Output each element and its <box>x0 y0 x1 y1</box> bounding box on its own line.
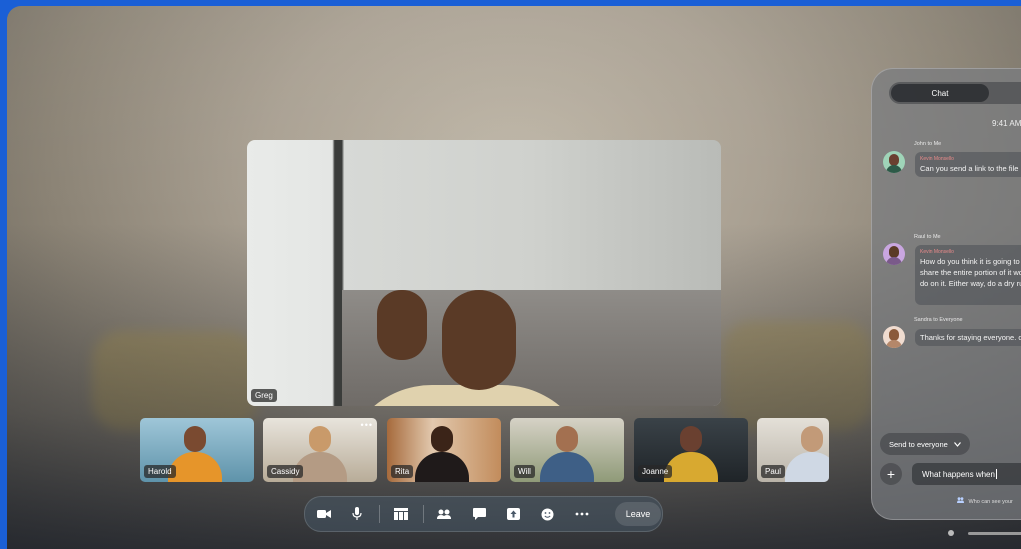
send-to-selector[interactable]: Send to everyone <box>880 433 970 455</box>
participant-name-tag: Harold <box>144 465 176 478</box>
chat-message: Kevin Monsello Can you send a link to th… <box>915 152 1021 177</box>
participant-tile-joanne[interactable]: Joanne <box>634 418 748 482</box>
toolbar-separator <box>379 505 380 523</box>
people-icon[interactable] <box>434 504 454 524</box>
who-can-see-link[interactable]: Who can see your <box>957 497 1013 505</box>
share-icon[interactable] <box>503 504 523 524</box>
participant-tile-cassidy[interactable]: ••• Cassidy <box>263 418 377 482</box>
reactions-icon[interactable] <box>537 504 557 524</box>
chat-message: Kevin Monsello How do you think it is go… <box>915 245 1021 305</box>
more-icon[interactable] <box>572 504 592 524</box>
chat-timestamp: 9:41 AM <box>992 119 1021 128</box>
who-can-see-label: Who can see your <box>968 499 1013 505</box>
tile-more-icon[interactable]: ••• <box>361 420 373 430</box>
window-drag-dot[interactable] <box>948 530 954 536</box>
participant-name-tag: Will <box>514 465 535 478</box>
message-text: Thanks for staying everyone. of us. <box>920 333 1021 342</box>
avatar <box>883 151 905 173</box>
chat-input-value: What happens when <box>922 469 995 479</box>
participant-name-tag: Rita <box>391 465 414 478</box>
toolbar-separator <box>423 505 424 523</box>
window-handle[interactable] <box>968 532 1021 535</box>
message-sender: John to Me <box>914 141 942 147</box>
participant-tile-will[interactable]: Will <box>510 418 624 482</box>
message-sender: Sandra to Everyone <box>914 317 963 323</box>
text-cursor <box>995 469 997 479</box>
chat-message: Thanks for staying everyone. of us. <box>915 329 1021 346</box>
people-small-icon <box>957 497 966 505</box>
message-quote: Kevin Monsello <box>920 249 954 255</box>
participant-name-tag: Cassidy <box>267 465 304 478</box>
message-text: How do you think it is going to share th… <box>920 257 1021 288</box>
participant-name-tag: Joanne <box>638 465 673 478</box>
participant-strip: Harold ••• Cassidy Rita Will Joanne Paul <box>140 418 830 484</box>
tab-chat[interactable]: Chat <box>891 84 989 102</box>
plus-icon: + <box>886 466 896 482</box>
participant-tile-harold[interactable]: Harold <box>140 418 254 482</box>
tile-head <box>184 426 206 452</box>
send-to-label: Send to everyone <box>889 439 948 449</box>
speaker-hand <box>377 290 427 360</box>
tile-head <box>801 426 823 452</box>
layout-icon[interactable] <box>391 504 411 524</box>
chat-icon[interactable] <box>469 504 489 524</box>
participant-name-tag: Paul <box>761 465 786 478</box>
chevron-down-icon <box>953 440 961 449</box>
avatar <box>883 326 905 348</box>
speaker-head <box>442 290 516 390</box>
message-quote: Kevin Monsello <box>920 156 954 162</box>
leave-button[interactable]: Leave <box>615 502 661 526</box>
call-toolbar: Leave <box>304 496 663 532</box>
tile-head <box>431 426 453 452</box>
chat-tabs: Chat I <box>889 82 1021 104</box>
tile-head <box>556 426 578 452</box>
message-text: Can you send a link to the file <box>920 164 1019 173</box>
add-attachment-button[interactable]: + <box>880 463 902 485</box>
mic-icon[interactable] <box>347 504 367 524</box>
tile-head <box>309 426 331 452</box>
participant-tile-rita[interactable]: Rita <box>387 418 501 482</box>
camera-icon[interactable] <box>314 504 334 524</box>
message-sender: Raul to Me <box>914 234 941 240</box>
tile-head <box>680 426 702 452</box>
chat-message-input[interactable]: What happens when <box>912 463 1021 485</box>
participant-tile-paul[interactable]: Paul <box>757 418 829 482</box>
main-video-name-tag: Greg <box>251 389 277 402</box>
chat-panel: Chat I 9:41 AM John to Me Kevin Monsello… <box>871 68 1021 520</box>
main-video-tile[interactable]: Greg <box>247 140 721 406</box>
avatar <box>883 243 905 265</box>
